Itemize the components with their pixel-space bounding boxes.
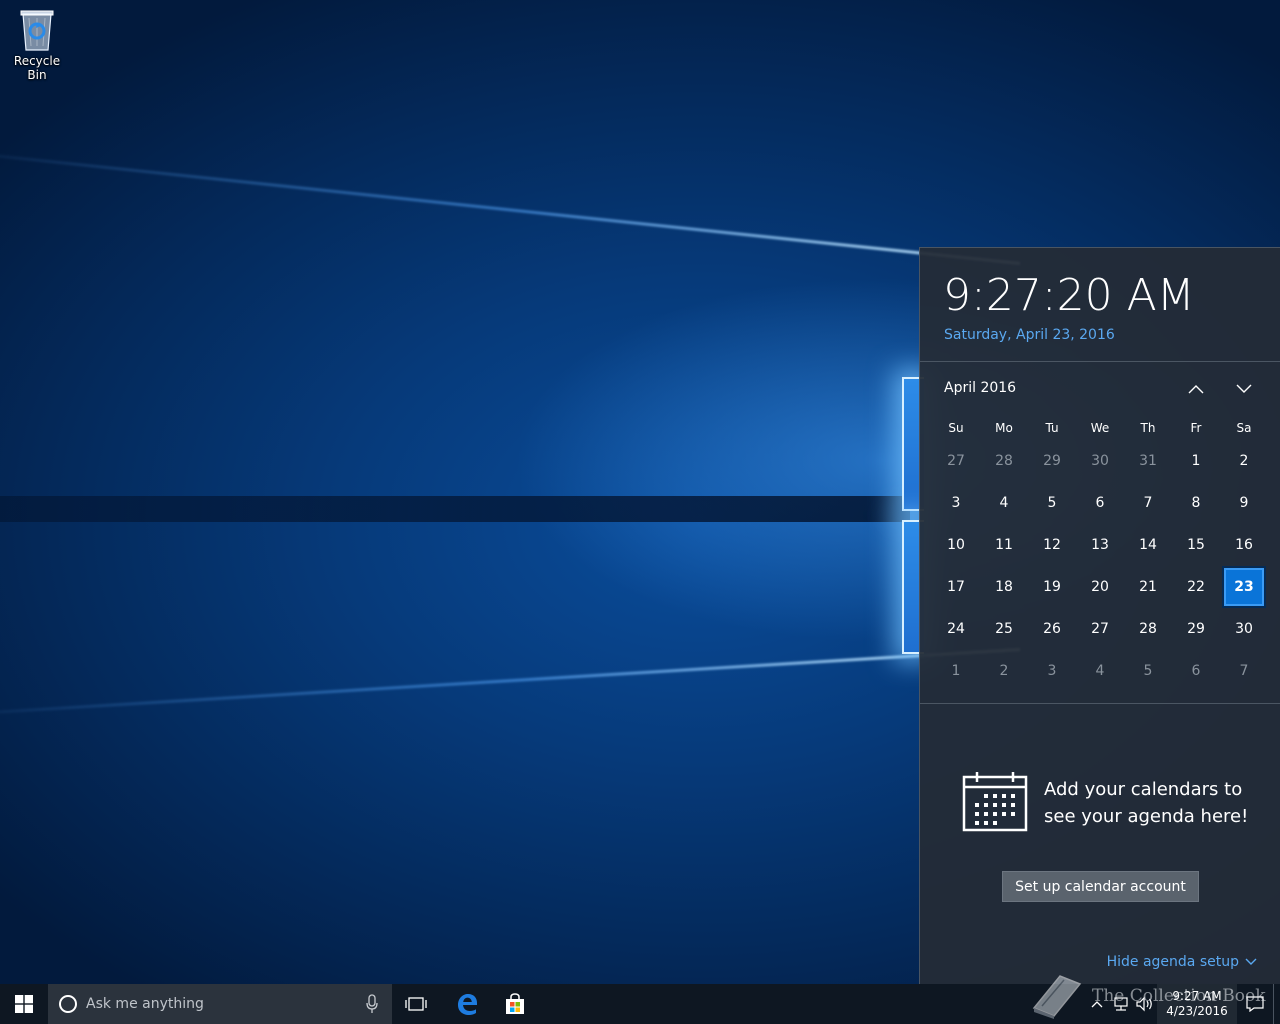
calendar-day[interactable]: 30 [1076,440,1124,482]
light-beam-lower [0,648,1021,719]
calendar-day[interactable]: 31 [1124,440,1172,482]
taskbar-clock-button[interactable]: 9:27 AM 4/23/2016 [1157,984,1237,1024]
calendar-icon [962,772,1028,832]
calendar-day[interactable]: 1 [932,650,980,692]
calendar-day[interactable]: 7 [1124,482,1172,524]
chevron-up-icon [1091,1001,1103,1008]
calendar-day[interactable]: 8 [1172,482,1220,524]
flyout-clock-time: 9:27:20 AM [943,270,1195,321]
calendar-day[interactable]: 6 [1172,650,1220,692]
system-tray: 9:27 AM 4/23/2016 [1085,984,1280,1024]
calendar-day[interactable]: 17 [932,566,980,608]
calendar-day[interactable]: 14 [1124,524,1172,566]
windows-logo-icon [15,995,33,1013]
calendar-day[interactable]: 21 [1124,566,1172,608]
flyout-date-link[interactable]: Saturday, April 23, 2016 [944,327,1115,343]
taskbar: 9:27 AM 4/23/2016 [0,984,1280,1024]
calendar-day[interactable]: 27 [932,440,980,482]
network-icon [1114,997,1128,1011]
notification-icon [1246,996,1264,1012]
speaker-icon [1136,996,1152,1012]
calendar-day[interactable]: 6 [1076,482,1124,524]
edge-taskbar-button[interactable] [443,984,491,1024]
chevron-down-icon [1245,958,1257,965]
start-button[interactable] [0,984,48,1024]
taskbar-clock-date: 4/23/2016 [1166,1004,1228,1018]
agenda-setup-message: Add your calendars to see your agenda he… [1044,779,1249,827]
setup-calendar-account-button[interactable]: Set up calendar account [1002,871,1199,902]
network-tray-button[interactable] [1109,984,1133,1024]
calendar-day[interactable]: 18 [980,566,1028,608]
calendar-day[interactable]: 29 [1028,440,1076,482]
calendar-day[interactable]: 10 [932,524,980,566]
action-center-button[interactable] [1237,984,1273,1024]
calendar-day[interactable]: 28 [980,440,1028,482]
calendar-day[interactable]: 26 [1028,608,1076,650]
calendar-day[interactable]: 2 [980,650,1028,692]
calendar-day[interactable]: 30 [1220,608,1268,650]
calendar-day[interactable]: 5 [1028,482,1076,524]
weekday-header: We [1090,421,1110,435]
weekday-header: Fr [1190,421,1202,435]
show-desktop-button[interactable] [1273,984,1280,1024]
calendar-next-month-button[interactable] [1230,376,1258,402]
calendar-day[interactable]: 27 [1076,608,1124,650]
flyout-divider [920,703,1280,704]
calendar-day[interactable]: 11 [980,524,1028,566]
shadow-band [0,496,910,522]
calendar-day[interactable]: 29 [1172,608,1220,650]
weekday-header: Tu [1045,421,1059,435]
calendar-day[interactable]: 12 [1028,524,1076,566]
task-view-icon [405,997,427,1011]
hide-agenda-setup-label: Hide agenda setup [1106,954,1239,970]
desktop-icon-recycle-bin[interactable]: Recycle Bin [4,6,70,82]
calendar-day-today[interactable]: 23 [1222,566,1266,608]
calendar-day[interactable]: 9 [1220,482,1268,524]
calendar-day[interactable]: 5 [1124,650,1172,692]
calendar-day[interactable]: 4 [980,482,1028,524]
calendar-day[interactable]: 4 [1076,650,1124,692]
store-taskbar-button[interactable] [491,984,539,1024]
calendar-day[interactable]: 24 [932,608,980,650]
weekday-header: Sa [1236,421,1252,435]
calendar-day[interactable]: 25 [980,608,1028,650]
calendar-day[interactable]: 20 [1076,566,1124,608]
calendar-day[interactable]: 13 [1076,524,1124,566]
cortana-icon [59,995,77,1013]
search-input[interactable] [84,995,358,1013]
calendar-day[interactable]: 16 [1220,524,1268,566]
desktop-icon-label: Recycle Bin [13,54,61,82]
weekday-header: Mo [995,421,1013,435]
calendar-day[interactable]: 7 [1220,650,1268,692]
calendar-day[interactable]: 1 [1172,440,1220,482]
weekday-header: Th [1140,421,1156,435]
recycle-bin-icon [20,10,54,51]
show-hidden-icons-button[interactable] [1085,984,1109,1024]
store-icon [506,993,524,1014]
taskbar-clock-time: 9:27 AM [1172,989,1222,1003]
task-view-button[interactable] [392,984,440,1024]
hide-agenda-setup-link[interactable]: Hide agenda setup [1107,954,1257,970]
calendar-day[interactable]: 3 [932,482,980,524]
calendar-previous-month-button[interactable] [1182,376,1210,402]
clock-calendar-flyout: 9:27:20 AM Saturday, April 23, 2016 Apri… [919,247,1280,985]
calendar-day[interactable]: 19 [1028,566,1076,608]
calendar-day[interactable]: 28 [1124,608,1172,650]
flyout-divider [920,361,1280,362]
volume-tray-button[interactable] [1133,984,1157,1024]
calendar-day[interactable]: 15 [1172,524,1220,566]
chevron-up-icon [1188,385,1204,394]
calendar-day[interactable]: 3 [1028,650,1076,692]
microphone-icon[interactable] [366,994,378,1014]
weekday-header: Su [948,421,964,435]
calendar-day[interactable]: 22 [1172,566,1220,608]
calendar-grid: Su Mo Tu We Th Fr Sa 27 28 29 30 31 1 2 3 4 5 6 7 8 9 10 11 12 1… [932,416,1268,692]
calendar-month-title[interactable]: April 2016 [944,380,1016,396]
chevron-down-icon [1236,384,1252,393]
calendar-day[interactable]: 2 [1220,440,1268,482]
light-beam-upper [0,147,1021,265]
edge-icon [458,994,477,1015]
cortana-search-box[interactable] [48,984,392,1024]
